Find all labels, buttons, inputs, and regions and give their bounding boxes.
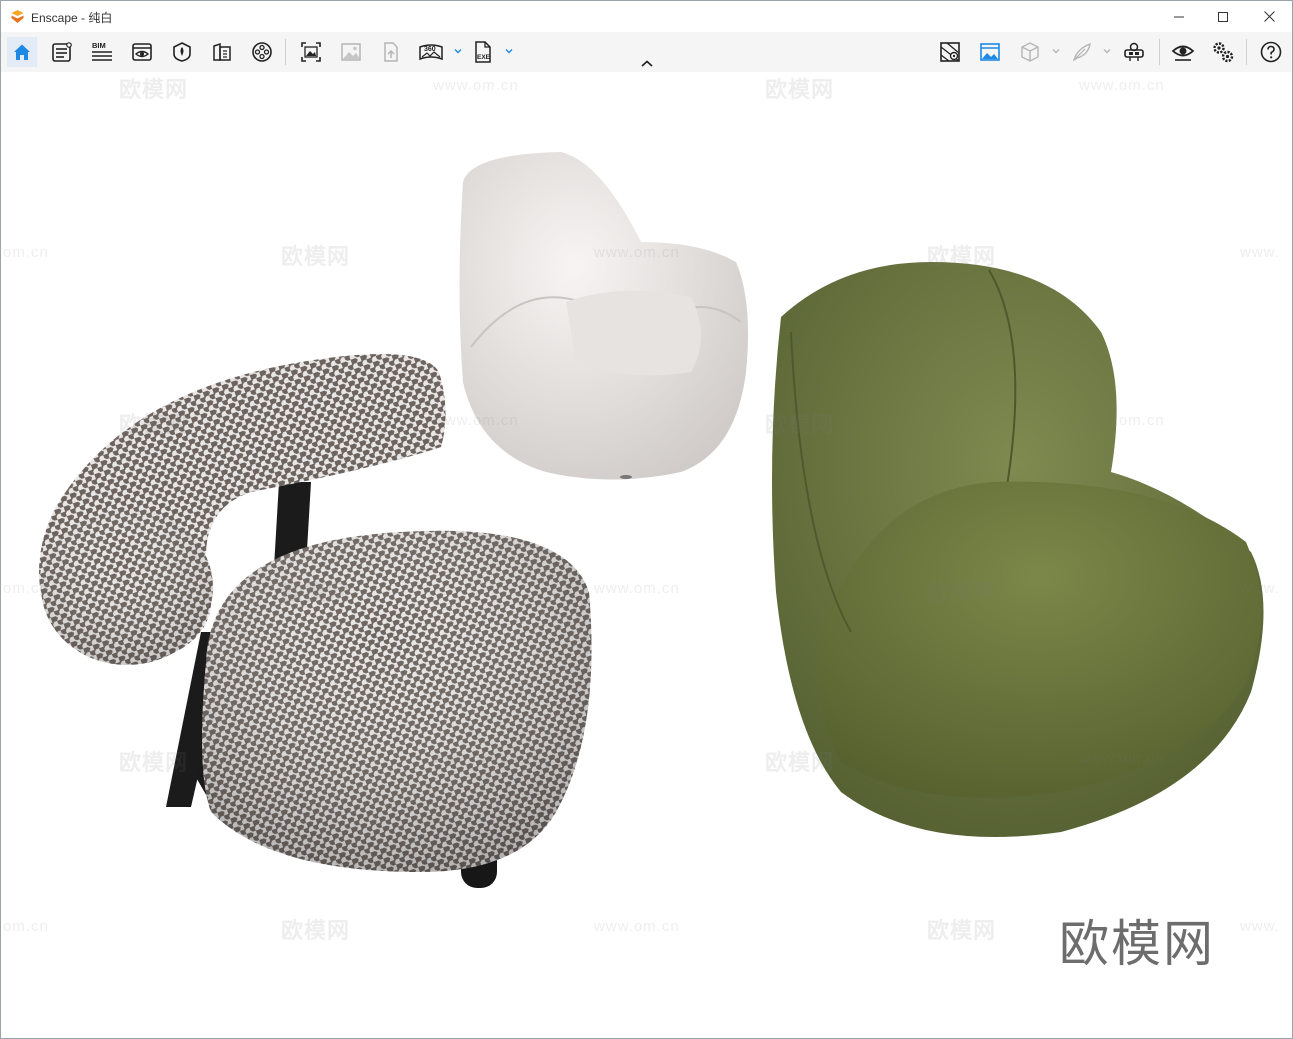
properties-icon xyxy=(52,42,72,62)
watermark-logo: 欧模网 xyxy=(927,918,997,943)
watermark-url: www.om.cn xyxy=(594,918,680,935)
watermark-url: www.om.cn xyxy=(594,580,680,597)
bim-button[interactable]: BIM xyxy=(87,37,117,67)
home-icon xyxy=(14,44,30,60)
export-exe-icon: EXE xyxy=(475,41,491,63)
watermark-url: om.cn xyxy=(3,244,49,261)
watermark-logo: 欧模网 xyxy=(119,412,189,437)
close-icon xyxy=(1263,11,1275,22)
enscape-window: Enscape - 纯白 BIM 360 EXE 欧模网 www.om.cn 欧… xyxy=(0,0,1293,1039)
watermark-logo: 欧模网 xyxy=(281,918,351,943)
watermark-logo: 欧模网 xyxy=(765,750,835,775)
map-button[interactable] xyxy=(935,37,965,67)
watermark-logo: 欧模网 xyxy=(927,580,997,605)
capture-manager-button[interactable] xyxy=(975,37,1005,67)
help-button[interactable] xyxy=(1256,37,1286,67)
export-exe-button[interactable]: EXE xyxy=(468,37,498,67)
minimize-button[interactable] xyxy=(1156,1,1202,32)
bim-icon: BIM xyxy=(92,41,112,61)
svg-text:BIM: BIM xyxy=(92,41,106,50)
panorama-360-button[interactable]: 360 xyxy=(416,37,446,67)
view-button[interactable] xyxy=(127,37,157,67)
asset-library-icon xyxy=(173,42,191,62)
watermark-url: www. xyxy=(1240,580,1280,597)
asset-library-button[interactable] xyxy=(167,37,197,67)
collapse-toolbar-chevron-icon[interactable] xyxy=(638,58,656,70)
svg-text:EXE: EXE xyxy=(477,54,491,61)
watermark-logo: 欧模网 xyxy=(281,244,351,269)
watermark-url: www.om.cn xyxy=(1079,412,1165,429)
watermark-logo: 欧模网 xyxy=(281,580,351,605)
cube-button[interactable] xyxy=(1015,37,1045,67)
batch-render-icon xyxy=(341,43,361,61)
watermark-url: www.om.cn xyxy=(1079,77,1165,94)
brand-watermark: 欧模网 xyxy=(1059,916,1215,972)
minimize-icon xyxy=(1174,16,1184,17)
enscape-logo-icon xyxy=(11,10,24,23)
watermark-url: om.cn xyxy=(3,918,49,935)
toolbar-separator xyxy=(1246,39,1247,65)
watermark-logo: 欧模网 xyxy=(765,77,835,102)
home-button[interactable] xyxy=(7,37,37,67)
olive-green-chair xyxy=(772,262,1264,837)
window-title: Enscape - 纯白 xyxy=(31,11,113,25)
maximize-icon xyxy=(1218,11,1228,22)
feather-button[interactable] xyxy=(1067,37,1097,67)
batch-render-button[interactable] xyxy=(336,37,366,67)
watermark-url: www.om.cn xyxy=(433,77,519,94)
close-button[interactable] xyxy=(1246,1,1292,32)
general-settings-icon xyxy=(1213,42,1234,63)
watermark-logo: 欧模网 xyxy=(765,412,835,437)
screenshot-icon xyxy=(301,42,321,62)
help-icon xyxy=(1260,41,1282,63)
screenshot-button[interactable] xyxy=(296,37,326,67)
panorama-dropdown-chevron-icon[interactable] xyxy=(453,46,463,56)
toolbar-separator xyxy=(285,39,286,65)
watermark-logo: 欧模网 xyxy=(119,77,189,102)
cube-icon xyxy=(1021,42,1039,62)
watermark-url: om.cn xyxy=(3,580,49,597)
properties-button[interactable] xyxy=(47,37,77,67)
render-viewport[interactable]: 欧模网 www.om.cn 欧模网 www.om.cn om.cn 欧模网 ww… xyxy=(1,72,1292,1038)
watermark-logo: 欧模网 xyxy=(119,750,189,775)
capture-manager-icon xyxy=(980,43,1000,61)
general-settings-button[interactable] xyxy=(1208,37,1238,67)
title-bar: Enscape - 纯白 xyxy=(1,1,1292,32)
watermark-url: www.om.cn xyxy=(433,750,519,767)
upload-button[interactable] xyxy=(376,37,406,67)
view-icon xyxy=(132,43,152,61)
video-editor-icon xyxy=(252,42,272,62)
watermark-url: www. xyxy=(1240,244,1280,261)
toolbar-separator xyxy=(1159,39,1160,65)
feather-dropdown-chevron-icon[interactable] xyxy=(1102,46,1112,56)
visual-settings-button[interactable] xyxy=(1168,37,1198,67)
watermark-logo: 欧模网 xyxy=(927,244,997,269)
watermark-url: www.om.cn xyxy=(594,244,680,261)
map-icon xyxy=(940,42,960,62)
panorama-360-icon: 360 xyxy=(419,44,443,61)
upload-icon xyxy=(384,42,398,62)
watermark-url: www.om.cn xyxy=(433,412,519,429)
toolbar: BIM 360 EXE xyxy=(1,32,1292,72)
chairs-scene-image xyxy=(38,152,1264,888)
feather-icon xyxy=(1072,42,1091,62)
vr-headset-button[interactable] xyxy=(1119,37,1149,67)
export-dropdown-chevron-icon[interactable] xyxy=(504,46,514,56)
maximize-button[interactable] xyxy=(1200,1,1246,32)
watermark-url: www.om.cn xyxy=(1079,750,1165,767)
vr-headset-icon xyxy=(1124,42,1144,61)
watermark-url: www. xyxy=(1240,918,1280,935)
material-editor-icon xyxy=(213,42,231,61)
visual-settings-icon xyxy=(1171,45,1195,61)
cube-dropdown-chevron-icon[interactable] xyxy=(1051,46,1061,56)
video-editor-button[interactable] xyxy=(247,37,277,67)
white-tub-chair xyxy=(459,152,749,480)
material-editor-button[interactable] xyxy=(207,37,237,67)
